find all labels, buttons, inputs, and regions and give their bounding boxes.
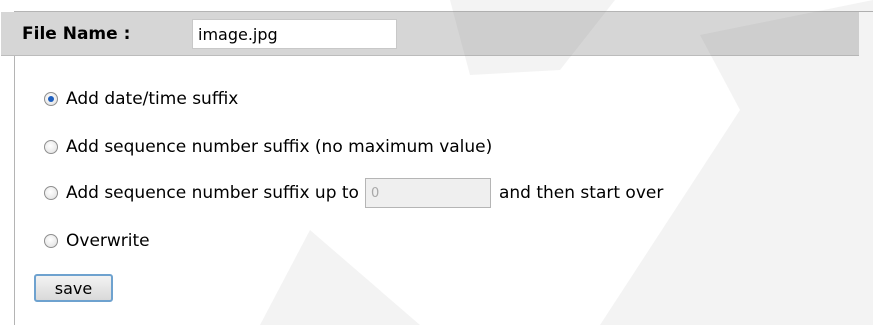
date-time-suffix-radio[interactable] [44,92,58,106]
option-date-time-suffix[interactable]: Add date/time suffix [44,87,238,111]
overwrite-radio[interactable] [44,234,58,248]
sequence-suffix-radio[interactable] [44,140,58,154]
option-overwrite[interactable]: Overwrite [44,229,150,253]
file-name-input[interactable] [192,19,397,49]
sequence-suffix-limit-radio[interactable] [44,186,58,200]
sequence-suffix-limit-label-after: and then start over [498,183,664,203]
sequence-suffix-label: Add sequence number suffix (no maximum v… [66,137,493,157]
page: File Name : Add date/time suffix Add seq… [0,0,873,325]
save-button[interactable]: save [34,274,113,302]
settings-panel [14,11,873,325]
sequence-suffix-limit-label-before: Add sequence number suffix up to [66,183,359,203]
sequence-max-input[interactable] [364,178,491,208]
overwrite-label: Overwrite [66,231,150,251]
option-sequence-suffix-limit[interactable]: Add sequence number suffix up to and the… [44,178,664,208]
date-time-suffix-label: Add date/time suffix [66,89,239,109]
file-name-label: File Name : [22,24,131,44]
option-sequence-suffix[interactable]: Add sequence number suffix (no maximum v… [44,135,492,159]
